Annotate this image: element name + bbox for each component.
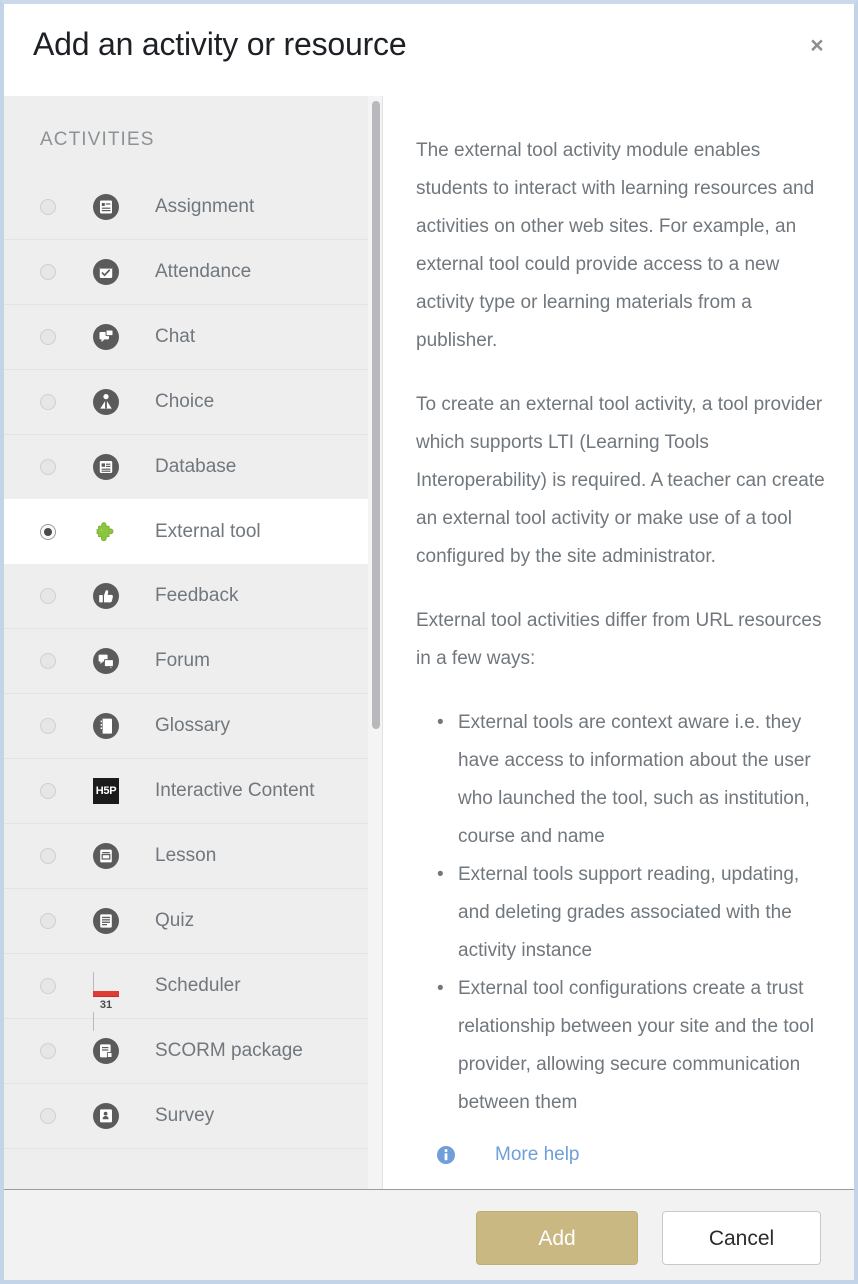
activity-option-external-tool[interactable]: External tool [4, 499, 382, 564]
activity-option-scorm-package[interactable]: SCORM package [4, 1019, 382, 1084]
radio-button[interactable] [40, 1108, 56, 1124]
activity-option-label: Attendance [155, 261, 252, 282]
activity-option-list: Assignment Attendance Chat Choice Database Ex… [4, 175, 382, 1149]
list-item: External tool configurations create a tr… [437, 970, 828, 1122]
page-title: Add an activity or resource [33, 26, 407, 62]
activity-option-label: SCORM package [155, 1040, 303, 1061]
dialog-footer: Add Cancel [4, 1189, 854, 1280]
activity-option-glossary[interactable]: Glossary [4, 694, 382, 759]
activity-option-label: Quiz [155, 910, 195, 931]
section-heading-activities: ACTIVITIES [40, 129, 155, 150]
activity-description-panel: The external tool activity module enable… [383, 96, 854, 1189]
activity-chooser-scroll: ACTIVITIES Assignment Attendance Chat Choic… [4, 96, 382, 1189]
chat-icon [93, 324, 119, 350]
chooser-scrollbar-track[interactable] [368, 96, 382, 1189]
description-paragraph: External tool activities differ from URL… [416, 610, 822, 669]
choice-icon [93, 389, 119, 415]
radio-button[interactable] [40, 588, 56, 604]
calendar-icon-day: 31 [99, 999, 113, 1011]
radio-button[interactable] [40, 978, 56, 994]
dialog-header: Add an activity or resource × [4, 4, 854, 96]
radio-button[interactable] [40, 523, 56, 540]
add-activity-dialog: Add an activity or resource × ACTIVITIES… [0, 0, 858, 1284]
description-bullet-list: External tools are context aware i.e. th… [416, 704, 828, 1122]
h5p-icon: H5P [93, 778, 119, 804]
radio-button[interactable] [40, 329, 56, 345]
activity-option-quiz[interactable]: Quiz [4, 889, 382, 954]
more-help-link[interactable]: More help [495, 1144, 580, 1166]
radio-button[interactable] [40, 1043, 56, 1059]
activity-option-chat[interactable]: Chat [4, 305, 382, 370]
cancel-button[interactable]: Cancel [662, 1211, 821, 1265]
puzzle-piece-icon [93, 519, 119, 545]
chooser-scrollbar-thumb[interactable] [372, 101, 380, 729]
activity-option-label: Survey [155, 1105, 215, 1126]
radio-button[interactable] [40, 394, 56, 410]
radio-button[interactable] [40, 653, 56, 669]
attendance-icon [93, 259, 119, 285]
activity-chooser-panel: ACTIVITIES Assignment Attendance Chat Choic… [4, 96, 383, 1189]
activity-option-label: Chat [155, 326, 196, 347]
dialog-body: ACTIVITIES Assignment Attendance Chat Choic… [4, 96, 854, 1189]
more-help-row: More help [416, 1144, 828, 1166]
activity-option-lesson[interactable]: Lesson [4, 824, 382, 889]
glossary-icon [93, 713, 119, 739]
forum-icon [93, 648, 119, 674]
description-paragraph: The external tool activity module enable… [416, 140, 815, 351]
thumbs-up-icon [93, 583, 119, 609]
activity-option-choice[interactable]: Choice [4, 370, 382, 435]
calendar-icon: 31 [93, 972, 119, 1031]
activity-option-forum[interactable]: Forum [4, 629, 382, 694]
radio-button[interactable] [40, 459, 56, 475]
activity-option-label: Assignment [155, 196, 255, 217]
database-icon [93, 454, 119, 480]
activity-option-database[interactable]: Database [4, 435, 382, 500]
activity-option-feedback[interactable]: Feedback [4, 564, 382, 629]
close-icon[interactable]: × [804, 32, 830, 58]
radio-button[interactable] [40, 913, 56, 929]
scorm-icon [93, 1038, 119, 1064]
info-circle-icon [437, 1146, 455, 1164]
activity-option-scheduler[interactable]: 31 Scheduler [4, 954, 382, 1031]
activity-option-label: Database [155, 456, 237, 477]
activity-option-interactive-content[interactable]: H5P Interactive Content [4, 759, 382, 824]
activity-option-label: Forum [155, 650, 210, 671]
activity-option-label: Feedback [155, 585, 239, 606]
activity-option-survey[interactable]: Survey [4, 1084, 382, 1149]
activity-option-assignment[interactable]: Assignment [4, 175, 382, 240]
list-item: External tools are context aware i.e. th… [437, 704, 828, 856]
activity-option-label: Lesson [155, 845, 217, 866]
activity-option-label: Choice [155, 391, 215, 412]
radio-button[interactable] [40, 783, 56, 799]
activity-option-label: Glossary [155, 715, 230, 736]
radio-button[interactable] [40, 848, 56, 864]
h5p-icon-label: H5P [93, 778, 119, 804]
radio-button[interactable] [40, 718, 56, 734]
activity-option-label: Scheduler [155, 975, 241, 996]
lesson-icon [93, 843, 119, 869]
quiz-icon [93, 908, 119, 934]
radio-button[interactable] [40, 264, 56, 280]
assignment-icon [93, 194, 119, 220]
survey-icon [93, 1103, 119, 1129]
list-item: External tools support reading, updating… [437, 856, 828, 970]
radio-button[interactable] [40, 199, 56, 215]
activity-option-label: External tool [155, 520, 261, 542]
description-paragraph: To create an external tool activity, a t… [416, 394, 825, 567]
add-button[interactable]: Add [476, 1211, 638, 1265]
activity-option-label: Interactive Content [155, 780, 315, 801]
activity-option-attendance[interactable]: Attendance [4, 240, 382, 305]
